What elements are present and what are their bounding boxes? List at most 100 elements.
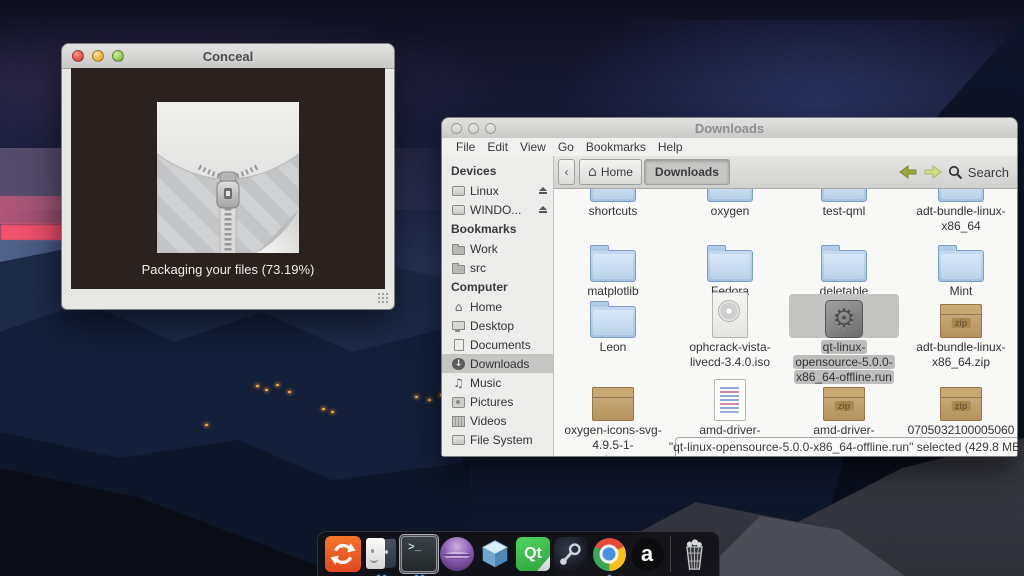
sidebar-item-label: Home (470, 300, 502, 314)
file-grid: shortcuts oxygen test-qmladt-bundle-linux-… (554, 189, 1017, 456)
file-icon-slot (789, 238, 899, 282)
sidebar-item-label: Documents (470, 338, 531, 352)
a-icon[interactable]: a (629, 536, 665, 572)
sidebar-item-label: Pictures (470, 395, 513, 409)
file-matplotlib[interactable]: matplotlib (558, 238, 668, 299)
file-icon-slot (558, 189, 668, 202)
packaging-status-text: Packaging your files (73.19%) (71, 262, 385, 277)
file-label: oxygen (675, 204, 785, 219)
resize-grip[interactable] (377, 292, 390, 305)
sidebar-item-documents[interactable]: Documents (442, 335, 553, 354)
chrome-icon[interactable] (591, 536, 627, 572)
forward-arrow-icon[interactable] (923, 164, 943, 180)
menu-help[interactable]: Help (652, 140, 689, 154)
sidebar-item-label: Videos (470, 414, 506, 428)
file-shortcuts[interactable]: shortcuts (558, 189, 668, 219)
menu-view[interactable]: View (514, 140, 552, 154)
documents-icon (452, 338, 465, 351)
conceal-titlebar[interactable]: Conceal (62, 44, 394, 69)
sidebar-item-label: WINDO... (470, 203, 521, 217)
menu-edit[interactable]: Edit (481, 140, 514, 154)
desktop-icon (452, 319, 465, 332)
filesystem-icon (452, 433, 465, 446)
file-ophcrack-vista-livecd-3-4-0-iso[interactable]: ophcrack-vista-livecd-3.4.0.iso (675, 294, 785, 370)
file-deletable[interactable]: deletable (789, 238, 899, 299)
qtcreator-icon[interactable]: Qt (515, 536, 551, 572)
file-icon-slot: ⚙ (789, 294, 899, 338)
menu-bookmarks[interactable]: Bookmarks (580, 140, 652, 154)
file-label: Leon (558, 340, 668, 355)
sidebar-item-downloads[interactable]: ↓Downloads (442, 354, 553, 373)
fm-titlebar[interactable]: Downloads (442, 118, 1017, 139)
sidebar-item-videos[interactable]: Videos (442, 411, 553, 430)
file-fedora[interactable]: Fedora (675, 238, 785, 299)
optical-disc-icon (712, 292, 748, 338)
sidebar-item-label: src (470, 261, 486, 275)
back-arrow-icon[interactable] (898, 164, 918, 180)
sidebar-item-src[interactable]: src (442, 258, 553, 277)
file-icon-slot (789, 189, 899, 202)
sidebar-item-desktop[interactable]: Desktop (442, 316, 553, 335)
file-mint[interactable]: Mint (906, 238, 1016, 299)
file-adt-bundle-linux-x86-64[interactable]: adt-bundle-linux-x86_64 (906, 189, 1016, 234)
drive-icon (452, 184, 465, 197)
sidebar-header-computer: Computer (442, 277, 553, 297)
file-oxygen[interactable]: oxygen (675, 189, 785, 219)
files-icon[interactable] (363, 536, 399, 572)
file-adt-bundle-linux-x86-64-zip[interactable]: zipadt-bundle-linux-x86_64.zip (906, 294, 1016, 370)
trash-icon[interactable] (676, 536, 712, 572)
eject-icon[interactable] (539, 206, 547, 213)
search-icon[interactable] (948, 165, 963, 180)
folder-icon (590, 250, 636, 282)
eclipse-icon[interactable] (439, 536, 475, 572)
file-label: 0705032100005060 (906, 423, 1016, 438)
back-button[interactable]: ‹ (558, 159, 575, 185)
sidebar-item-pictures[interactable]: Pictures (442, 392, 553, 411)
menu-file[interactable]: File (450, 140, 481, 154)
music-icon: ♫ (452, 376, 465, 389)
file-icon-slot (675, 377, 785, 421)
file-icon-slot (906, 238, 1016, 282)
zip-archive-icon: zip (940, 387, 982, 421)
sidebar-item-work[interactable]: Work (442, 239, 553, 258)
home-label: Home (601, 165, 633, 179)
file-icon-slot (558, 377, 668, 421)
sidebar-item-music[interactable]: ♫ Music (442, 373, 553, 392)
sidebar-item-linux[interactable]: Linux (442, 181, 553, 200)
file-qt-linux-opensource-5-0-0-x86-64-offline-run[interactable]: ⚙qt-linux-opensource-5.0.0-x86_64-offlin… (789, 294, 899, 385)
home-button[interactable]: ⌂ Home (579, 159, 642, 185)
window-title: Conceal (62, 49, 394, 64)
file-0705032100005060[interactable]: zip 0705032100005060 (906, 377, 1016, 438)
folder-icon (452, 242, 465, 255)
file-test-qml[interactable]: test-qml (789, 189, 899, 219)
folder-icon (821, 250, 867, 282)
videos-icon (452, 414, 465, 427)
breadcrumb[interactable]: Downloads (644, 159, 730, 185)
file-label: amd-driver- (789, 423, 899, 438)
file-amd-driver[interactable]: amd-driver- (675, 377, 785, 438)
file-label: adt-bundle-linux-x86_64 (906, 204, 1016, 234)
steam-icon[interactable] (553, 536, 589, 572)
home-icon: ⌂ (452, 300, 465, 313)
menu-go[interactable]: Go (552, 140, 580, 154)
file-label: ophcrack-vista-livecd-3.4.0.iso (675, 340, 785, 370)
folder-icon (707, 189, 753, 202)
sidebar-item-home[interactable]: ⌂ Home (442, 297, 553, 316)
sidebar-item-windo[interactable]: WINDO... (442, 200, 553, 219)
folder-icon (590, 189, 636, 202)
file-leon[interactable]: Leon (558, 294, 668, 355)
terminal-icon[interactable]: >_ (401, 536, 437, 572)
file-icon-slot (558, 294, 668, 338)
eject-icon[interactable] (539, 187, 547, 194)
sidebar-header-bookmarks: Bookmarks (442, 219, 553, 239)
sync-icon[interactable] (325, 536, 361, 572)
status-bar: "qt-linux-opensource-5.0.0-x86_64-offlin… (675, 437, 1017, 456)
search-label[interactable]: Search (968, 165, 1009, 180)
sidebar-item-label: Music (470, 376, 501, 390)
file-icon-slot: zip (789, 377, 899, 421)
conceal-content: Packaging your files (73.19%) (71, 68, 385, 289)
file-oxygen-icons-svg-4-9-5-1-any-pkg-tar-xz[interactable]: oxygen-icons-svg-4.9.5-1-any.pkg.tar.xz (558, 377, 668, 456)
sidebar-item-file-system[interactable]: File System (442, 430, 553, 449)
virtualbox-icon[interactable] (477, 536, 513, 572)
file-amd-driver[interactable]: zip amd-driver- (789, 377, 899, 438)
